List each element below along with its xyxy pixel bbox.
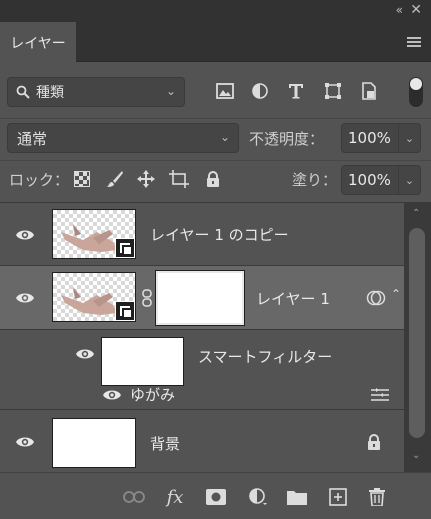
eye-icon[interactable] (102, 388, 122, 402)
lock-label: ロック： (9, 171, 70, 189)
scroll-up-icon[interactable]: ⌃ (412, 208, 420, 219)
layers-panel: 種類 ⌄ 通常 ⌄ 不透明度： 100% ⌄ ロック： 塗り： 100% ⌄ レ… (0, 62, 431, 519)
blend-mode-value: 通常 (17, 129, 48, 148)
opacity-input[interactable]: 100% (341, 123, 399, 153)
layer-thumbnail (52, 418, 136, 468)
smart-object-badge-icon (115, 238, 135, 258)
chevron-down-icon: ⌄ (219, 130, 230, 144)
smart-object-badge-icon (115, 301, 135, 321)
lock-image-icon[interactable] (105, 169, 125, 189)
fx-icon[interactable]: fx (164, 487, 186, 508)
layer-name[interactable]: レイヤー 1 のコピー (150, 224, 289, 245)
layer-scrollbar[interactable]: ⌃ ⌄ (404, 202, 431, 472)
new-layer-icon[interactable] (327, 487, 349, 507)
layer-row-background[interactable]: 背景 (0, 410, 404, 473)
layer-name[interactable]: 背景 (150, 433, 180, 454)
fill-input[interactable]: 100% (341, 165, 399, 195)
scroll-thumb[interactable] (409, 228, 425, 438)
lock-icon[interactable] (367, 434, 381, 450)
layer-row-copy[interactable]: レイヤー 1 のコピー (0, 203, 404, 266)
smart-object-filter-icon[interactable] (358, 80, 380, 102)
search-icon (16, 85, 30, 99)
panel-titlebar: « ✕ (0, 0, 431, 22)
eye-icon[interactable] (75, 347, 95, 361)
link-layers-icon[interactable] (123, 487, 145, 507)
layer-thumbnail (52, 272, 136, 322)
smart-filter-row[interactable]: スマートフィルター (0, 330, 404, 386)
eye-icon[interactable] (15, 435, 35, 449)
blend-row: 通常 ⌄ 不透明度： 100% ⌄ (0, 118, 431, 154)
chevron-down-icon: ⌄ (165, 84, 176, 98)
blend-mode-select[interactable]: 通常 ⌄ (7, 123, 239, 153)
opacity-label: 不透明度： (249, 130, 325, 148)
lock-artboard-icon[interactable] (169, 169, 189, 189)
lock-all-icon[interactable] (203, 169, 223, 189)
layer-row-layer1[interactable]: レイヤー 1 ⌃ (0, 266, 404, 330)
filter-kind-label: 種類 (36, 85, 64, 101)
layer-mask-thumbnail[interactable] (155, 270, 245, 326)
close-panel-icon[interactable]: ✕ (410, 2, 422, 18)
type-filter-icon[interactable] (285, 80, 307, 102)
opacity-dropdown[interactable]: ⌄ (399, 123, 421, 153)
new-adjustment-icon[interactable] (247, 487, 269, 507)
adjustment-filter-icon[interactable] (249, 80, 271, 102)
add-mask-icon[interactable] (205, 487, 227, 507)
smart-filter-name: スマートフィルター (198, 348, 333, 366)
tab-layers[interactable]: レイヤー (0, 22, 76, 63)
new-group-icon[interactable] (286, 487, 308, 507)
collapse-panel-icon[interactable]: « (396, 3, 403, 17)
fill-label: 塗り： (292, 171, 338, 189)
eye-icon[interactable] (15, 228, 35, 242)
lock-position-icon[interactable] (136, 169, 156, 189)
mask-link-icon[interactable] (142, 289, 152, 307)
lock-row: ロック： 塗り： 100% ⌄ (0, 160, 431, 196)
filter-row: 種類 ⌄ (0, 72, 431, 112)
layer-actions-bar: fx (0, 472, 431, 519)
layer-list: レイヤー 1 のコピー レイヤー 1 ⌃ スマートフィルター ゆがみ 背景 (0, 202, 404, 472)
smart-filter-indicator-icon (366, 290, 386, 306)
lock-transparent-icon[interactable] (72, 169, 92, 189)
layer-name[interactable]: レイヤー 1 (256, 288, 330, 309)
filter-toggle[interactable] (409, 77, 423, 107)
delete-icon[interactable] (366, 487, 388, 507)
filter-kind-select[interactable]: 種類 ⌄ (7, 77, 185, 107)
eye-icon[interactable] (15, 291, 35, 305)
panel-tabbar: レイヤー (0, 22, 431, 63)
filter-effect-name[interactable]: ゆがみ (130, 384, 175, 405)
fill-dropdown[interactable]: ⌄ (399, 165, 421, 195)
filter-effect-row[interactable]: ゆがみ (0, 378, 404, 410)
shape-filter-icon[interactable] (322, 80, 344, 102)
filter-blending-options-icon[interactable] (370, 387, 390, 403)
image-filter-icon[interactable] (214, 80, 236, 102)
panel-menu-icon[interactable] (407, 37, 421, 48)
scroll-down-icon[interactable]: ⌄ (412, 450, 420, 461)
collapse-effects-icon[interactable]: ⌃ (391, 287, 401, 301)
layer-thumbnail (52, 209, 136, 259)
